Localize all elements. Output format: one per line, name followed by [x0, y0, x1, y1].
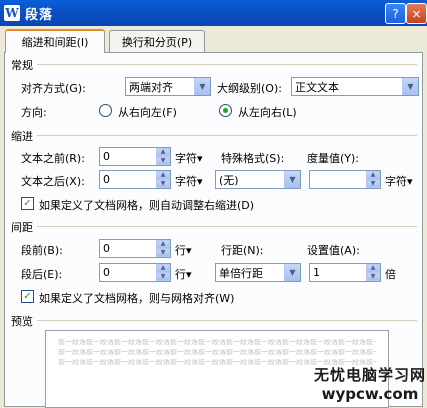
arrow-down-icon[interactable]: ▼: [156, 179, 170, 188]
watermark-site-name: 无忧电脑学习网: [314, 366, 427, 384]
arrow-up-icon[interactable]: ▲: [366, 171, 380, 180]
chevron-down-icon: ▼: [194, 78, 210, 95]
special-format-label: 特殊格式(S):: [221, 152, 285, 165]
indent-grid-checkbox[interactable]: ✓: [21, 197, 34, 210]
indent-grid-label: 如果定义了文档网格，则自动调整右缩进(D): [39, 199, 255, 212]
tab-line-page-break[interactable]: 换行和分页(P): [109, 30, 205, 52]
arrow-up-icon[interactable]: ▲: [366, 264, 380, 273]
measure-unit[interactable]: 字符▾: [385, 173, 413, 189]
space-before-value: 0: [103, 242, 110, 255]
arrow-down-icon[interactable]: ▼: [156, 272, 170, 281]
measure-value: [310, 171, 366, 188]
space-after-spinner[interactable]: 0 ▲ ▼: [99, 263, 171, 282]
indent-before-label: 文本之前(R):: [21, 152, 85, 165]
alignment-value: 两端对齐: [129, 80, 173, 94]
tab-panel: 常规 对齐方式(G): 两端对齐 ▼ 大纲级别(O): 正文文本 ▼ 方向: 从…: [4, 52, 423, 408]
space-after-label: 段后(E):: [21, 268, 63, 281]
radio-selected-dot: [223, 108, 228, 113]
direction-label: 方向:: [21, 106, 47, 119]
special-format-select[interactable]: (无) ▼: [215, 170, 301, 189]
rtl-radio[interactable]: [99, 104, 112, 117]
ltr-radio[interactable]: [219, 104, 232, 117]
spinner-buttons[interactable]: ▲ ▼: [156, 171, 170, 188]
spinner-buttons[interactable]: ▲ ▼: [366, 171, 380, 188]
line-spacing-value: 单倍行距: [219, 266, 263, 280]
preview-line: 前一段落前一段落前一段落前一段落前一段落前一段落前一段落前一段落前一段落前一段落…: [58, 339, 376, 346]
spinner-buttons[interactable]: ▲ ▼: [156, 240, 170, 257]
wps-writer-icon: W: [4, 5, 20, 21]
setting-value-unit: 倍: [385, 268, 396, 281]
arrow-down-icon[interactable]: ▼: [366, 179, 380, 188]
chevron-down-icon: ▼: [284, 264, 300, 281]
section-divider: [37, 226, 417, 227]
line-spacing-label: 行距(N):: [221, 244, 264, 257]
section-divider: [37, 320, 417, 321]
spacing-grid-checkbox[interactable]: ✓: [21, 290, 34, 303]
spinner-buttons[interactable]: ▲ ▼: [156, 264, 170, 281]
watermark-url: wypcw.com: [321, 385, 419, 403]
measure-spinner[interactable]: ▲ ▼: [309, 170, 381, 189]
dialog-title: 段落: [25, 7, 54, 23]
space-after-value: 0: [103, 266, 110, 279]
alignment-select[interactable]: 两端对齐 ▼: [125, 77, 211, 96]
indent-before-value: 0: [103, 150, 110, 163]
setting-value-spinner[interactable]: 1 ▲ ▼: [309, 263, 381, 282]
section-divider: [37, 135, 417, 136]
measure-label: 度量值(Y):: [307, 152, 360, 165]
arrow-up-icon[interactable]: ▲: [156, 171, 170, 180]
indent-after-label: 文本之后(X):: [21, 175, 85, 188]
tab-indent-spacing[interactable]: 缩进和间距(I): [5, 29, 105, 53]
space-after-unit[interactable]: 行▾: [175, 266, 192, 282]
arrow-down-icon[interactable]: ▼: [156, 248, 170, 257]
spinner-buttons[interactable]: ▲ ▼: [366, 264, 380, 281]
space-before-label: 段前(B):: [21, 244, 63, 257]
indent-after-unit[interactable]: 字符▾: [175, 173, 203, 189]
arrow-up-icon[interactable]: ▲: [156, 240, 170, 249]
space-before-unit[interactable]: 行▾: [175, 242, 192, 258]
section-spacing-label: 间距: [11, 221, 33, 234]
line-spacing-select[interactable]: 单倍行距 ▼: [215, 263, 301, 282]
close-icon: ×: [411, 6, 422, 21]
indent-after-spinner[interactable]: 0 ▲ ▼: [99, 170, 171, 189]
indent-after-value: 0: [103, 173, 110, 186]
preview-line: 前一段落前一段落前一段落前一段落前一段落前一段落前一段落前一段落前一段落前一段落…: [58, 349, 376, 356]
tab-label: 换行和分页(P): [121, 35, 193, 49]
special-format-value: (无): [219, 173, 239, 187]
title-bar: W 段落 ? ×: [0, 0, 427, 26]
alignment-label: 对齐方式(G):: [21, 82, 86, 95]
setting-value-label: 设置值(A):: [307, 244, 360, 257]
rtl-label: 从右向左(F): [118, 106, 177, 119]
indent-before-spinner[interactable]: 0 ▲ ▼: [99, 147, 171, 166]
help-button[interactable]: ?: [385, 3, 406, 24]
spinner-buttons[interactable]: ▲ ▼: [156, 148, 170, 165]
outline-level-value: 正文文本: [295, 80, 339, 94]
ltr-label: 从左向右(L): [238, 106, 297, 119]
section-indent-label: 缩进: [11, 130, 33, 143]
site-watermark: 无忧电脑学习网 wypcw.com: [314, 364, 426, 406]
outline-level-label: 大纲级别(O):: [217, 82, 282, 95]
section-preview-label: 预览: [11, 315, 33, 328]
section-divider: [37, 64, 417, 65]
help-icon: ?: [392, 6, 399, 21]
check-icon: ✓: [23, 198, 32, 209]
check-icon: ✓: [23, 291, 32, 302]
indent-before-unit[interactable]: 字符▾: [175, 150, 203, 166]
spacing-grid-label: 如果定义了文档网格，则与网格对齐(W): [39, 292, 235, 305]
arrow-down-icon[interactable]: ▼: [156, 156, 170, 165]
tab-label: 缩进和间距(I): [21, 36, 89, 49]
setting-value: 1: [313, 266, 320, 279]
space-before-spinner[interactable]: 0 ▲ ▼: [99, 239, 171, 258]
arrow-down-icon[interactable]: ▼: [366, 272, 380, 281]
arrow-up-icon[interactable]: ▲: [156, 264, 170, 273]
close-button[interactable]: ×: [406, 3, 427, 24]
arrow-up-icon[interactable]: ▲: [156, 148, 170, 157]
section-general-label: 常规: [11, 59, 33, 72]
chevron-down-icon: ▼: [402, 78, 418, 95]
outline-level-select[interactable]: 正文文本 ▼: [291, 77, 419, 96]
chevron-down-icon: ▼: [284, 171, 300, 188]
